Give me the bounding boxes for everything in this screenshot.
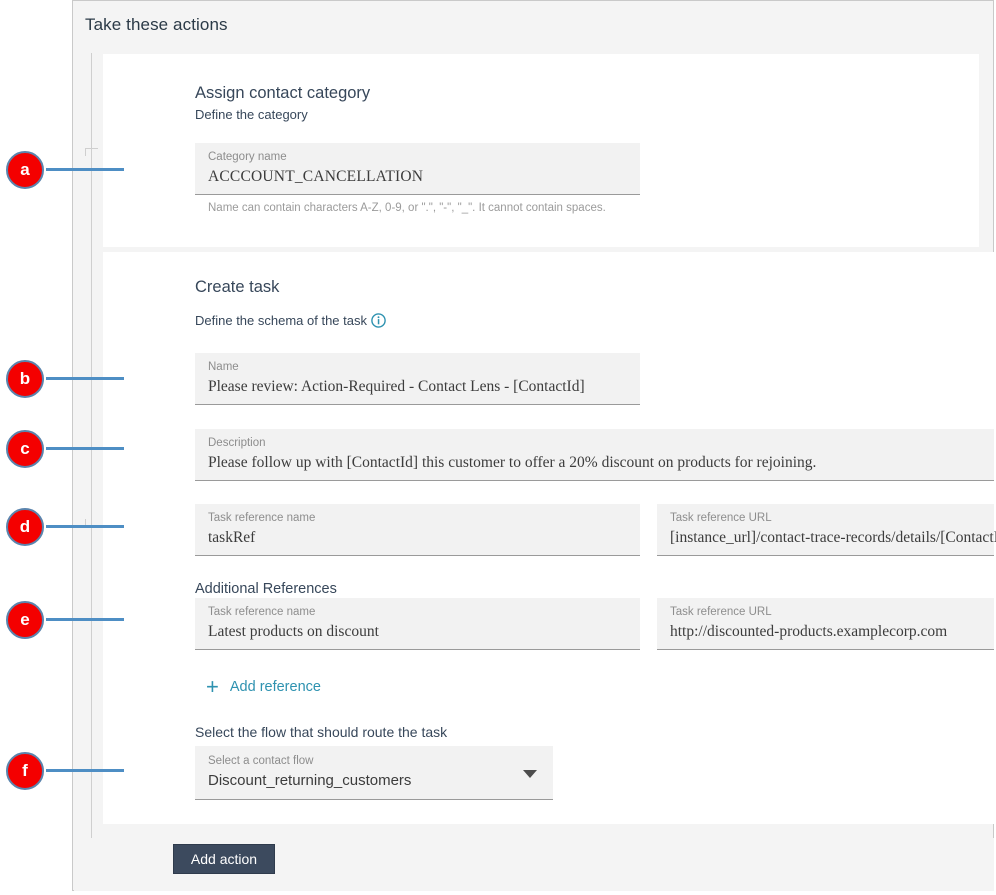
callout-leader-a [46, 168, 124, 171]
info-icon[interactable] [371, 313, 386, 331]
task-section-title: Create task [195, 278, 279, 297]
page-title: Take these actions [85, 15, 228, 35]
category-section-title: Assign contact category [195, 84, 370, 103]
additional-reference-name-input[interactable]: Task reference name Latest products on d… [195, 598, 640, 650]
additional-reference-url-input[interactable]: Task reference URL http://discounted-pro… [657, 598, 994, 650]
task-section-subtitle-row: Define the schema of the task [195, 313, 386, 331]
callout-leader-d [46, 525, 124, 528]
contact-flow-select-label: Select a contact flow [208, 754, 540, 768]
take-these-actions-panel: Take these actions Assign contact catego… [72, 0, 994, 891]
task-reference-url-value: [instance_url]/contact-trace-records/det… [670, 527, 981, 549]
task-reference-name-value: taskRef [208, 527, 627, 549]
add-reference-button[interactable]: + Add reference [206, 679, 321, 695]
category-name-hint: Name can contain characters A-Z, 0-9, or… [208, 201, 608, 215]
add-reference-label: Add reference [230, 679, 321, 695]
additional-references-title: Additional References [195, 581, 337, 597]
additional-reference-name-value: Latest products on discount [208, 621, 627, 643]
task-description-label: Description [208, 436, 981, 450]
rail-tick-top [85, 148, 98, 156]
add-action-button[interactable]: Add action [173, 844, 275, 874]
contact-flow-select[interactable]: Select a contact flow Discount_returning… [195, 746, 553, 800]
callout-badge-e: e [6, 601, 44, 639]
plus-icon: + [206, 679, 219, 695]
callout-leader-c [46, 447, 124, 450]
chevron-down-icon [523, 770, 537, 778]
task-name-input[interactable]: Name Please review: Action-Required - Co… [195, 353, 640, 405]
additional-reference-url-value: http://discounted-products.examplecorp.c… [670, 621, 981, 643]
category-section-subtitle: Define the category [195, 107, 308, 122]
additional-reference-name-label: Task reference name [208, 605, 627, 619]
category-name-value: ACCCOUNT_CANCELLATION [208, 166, 627, 188]
task-reference-name-input[interactable]: Task reference name taskRef [195, 504, 640, 556]
panel-header: Take these actions [73, 1, 993, 53]
task-reference-name-label: Task reference name [208, 511, 627, 525]
task-reference-url-label: Task reference URL [670, 511, 981, 525]
callout-leader-b [46, 377, 124, 380]
additional-reference-url-label: Task reference URL [670, 605, 981, 619]
flow-prompt-label: Select the flow that should route the ta… [195, 724, 447, 740]
task-reference-url-input[interactable]: Task reference URL [instance_url]/contac… [657, 504, 994, 556]
task-description-value: Please follow up with [ContactId] this c… [208, 452, 981, 474]
callout-badge-c: c [6, 430, 44, 468]
callout-leader-e [46, 618, 124, 621]
callout-leader-f [46, 769, 124, 772]
task-section-subtitle: Define the schema of the task [195, 313, 367, 328]
callout-badge-f: f [6, 752, 44, 790]
callout-badge-a: a [6, 151, 44, 189]
callout-badge-d: d [6, 508, 44, 546]
task-description-input[interactable]: Description Please follow up with [Conta… [195, 429, 994, 481]
callout-badge-b: b [6, 360, 44, 398]
task-name-label: Name [208, 360, 627, 374]
assign-contact-category-card: Assign contact category Define the categ… [103, 54, 979, 247]
category-name-input[interactable]: Category name ACCCOUNT_CANCELLATION [195, 143, 640, 195]
task-name-value: Please review: Action-Required - Contact… [208, 376, 627, 398]
category-name-label: Category name [208, 150, 627, 164]
contact-flow-select-value: Discount_returning_customers [208, 770, 540, 792]
